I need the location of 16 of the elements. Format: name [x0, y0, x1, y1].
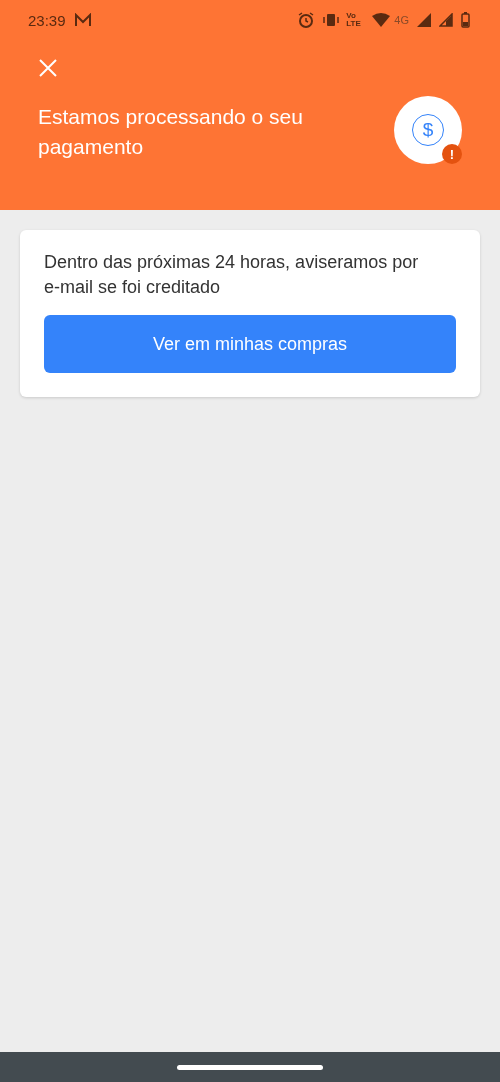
- home-handle[interactable]: [177, 1064, 323, 1070]
- wifi-icon: [372, 13, 391, 27]
- signal-icon: [439, 13, 453, 27]
- signal-icon: [417, 13, 431, 27]
- alarm-icon: [298, 12, 315, 28]
- header-title: Estamos processando o seu pagamento: [38, 104, 304, 160]
- vibrate-icon: [322, 13, 341, 27]
- mail-icon: [73, 13, 92, 27]
- battery-icon: [461, 12, 470, 28]
- close-button[interactable]: [38, 58, 58, 78]
- card-message: Dentro das próximas 24 horas, aviseramos por e-mail se foi creditado: [44, 251, 420, 299]
- clock-time: 23:39: [28, 11, 66, 29]
- alert-badge: !: [442, 144, 462, 164]
- volte-label: Vo LTE: [346, 12, 362, 28]
- view-purchases-button[interactable]: Ver em minhas compras: [44, 315, 456, 373]
- network-label: 4G: [394, 14, 409, 26]
